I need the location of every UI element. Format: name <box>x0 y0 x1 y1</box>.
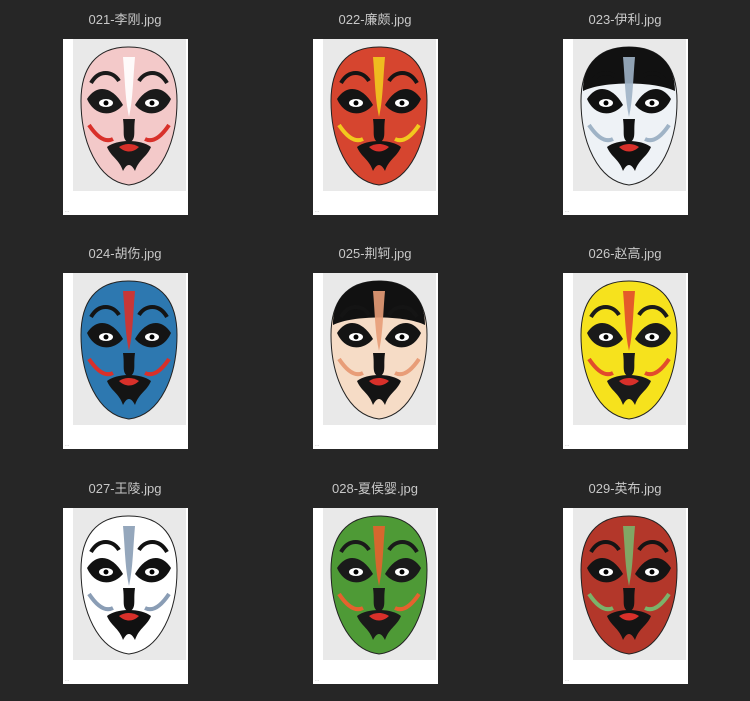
opera-mask-image <box>80 515 178 655</box>
file-thumbnail[interactable]: … <box>313 273 438 449</box>
file-name: 023-伊利.jpg <box>588 12 662 27</box>
file-thumbnail[interactable]: … <box>313 508 438 684</box>
file-name: 028-夏侯婴.jpg <box>332 481 418 496</box>
file-item[interactable]: 026-赵高.jpg … <box>500 234 750 466</box>
file-item[interactable]: 028-夏侯婴.jpg … <box>250 469 500 701</box>
file-thumbnail[interactable]: … <box>563 273 688 449</box>
file-name: 022-廉颇.jpg <box>338 12 412 27</box>
file-thumbnail[interactable]: … <box>63 508 188 684</box>
file-item[interactable]: 027-王陵.jpg … <box>0 469 250 701</box>
opera-mask-image <box>580 515 678 655</box>
file-name: 026-赵高.jpg <box>588 246 662 261</box>
file-thumbnail[interactable]: … <box>63 39 188 215</box>
file-item[interactable]: 029-英布.jpg … <box>500 469 750 701</box>
file-thumbnail[interactable]: … <box>563 39 688 215</box>
file-thumbnail[interactable]: … <box>313 39 438 215</box>
opera-mask-image <box>330 280 428 420</box>
file-name: 024-胡伤.jpg <box>88 246 162 261</box>
opera-mask-image <box>80 280 178 420</box>
file-name: 029-英布.jpg <box>588 481 662 496</box>
file-name: 021-李刚.jpg <box>88 12 162 27</box>
file-thumbnail[interactable]: … <box>63 273 188 449</box>
opera-mask-image <box>580 280 678 420</box>
opera-mask-image <box>580 46 678 186</box>
opera-mask-image <box>330 46 428 186</box>
file-item[interactable]: 023-伊利.jpg … <box>500 0 750 232</box>
file-item[interactable]: 022-廉颇.jpg … <box>250 0 500 232</box>
file-name: 025-荆轲.jpg <box>338 246 412 261</box>
file-item[interactable]: 021-李刚.jpg … <box>0 0 250 232</box>
opera-mask-image <box>80 46 178 186</box>
file-thumbnail[interactable]: … <box>563 508 688 684</box>
file-item[interactable]: 025-荆轲.jpg … <box>250 234 500 466</box>
file-name: 027-王陵.jpg <box>88 481 162 496</box>
file-item[interactable]: 024-胡伤.jpg … <box>0 234 250 466</box>
opera-mask-image <box>330 515 428 655</box>
